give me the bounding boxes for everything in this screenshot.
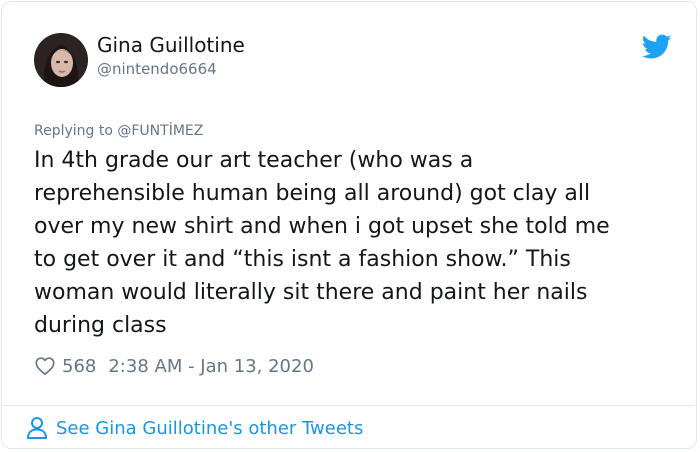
reply-context[interactable]: Replying to @FUNTİMEZ [34,123,203,139]
author-display-name[interactable]: Gina Guillotine [97,33,245,57]
see-other-tweets-label[interactable]: See Gina Guillotine's other Tweets [56,418,363,439]
tweet-meta: 568 2:38 AM - Jan 13, 2020 [34,354,314,378]
author-handle[interactable]: @nintendo6664 [97,60,217,78]
heart-icon[interactable] [34,355,56,377]
twitter-bird-icon[interactable] [641,34,672,60]
tweet-text-line: reprehensible human being all around) go… [34,181,591,206]
avatar[interactable] [34,33,88,87]
divider [3,405,695,406]
tweet-text-line: In 4th grade our art teacher (who was a [34,148,474,173]
like-count[interactable]: 568 [62,356,96,377]
tweet-text-line: during class [34,313,167,338]
tweet-card: Gina Guillotine @nintendo6664 Replying t… [1,1,697,449]
person-icon [26,416,48,440]
tweet-text-line: over my new shirt and when i got upset s… [34,214,610,239]
tweet-timestamp[interactable]: 2:38 AM - Jan 13, 2020 [108,356,314,377]
tweet-text-line: woman would literally sit there and pain… [34,280,588,305]
see-other-tweets-link[interactable]: See Gina Guillotine's other Tweets [26,416,363,440]
tweet-text: In 4th grade our art teacher (who was a … [34,144,674,342]
tweet-text-line: to get over it and “this isnt a fashion … [34,247,571,272]
